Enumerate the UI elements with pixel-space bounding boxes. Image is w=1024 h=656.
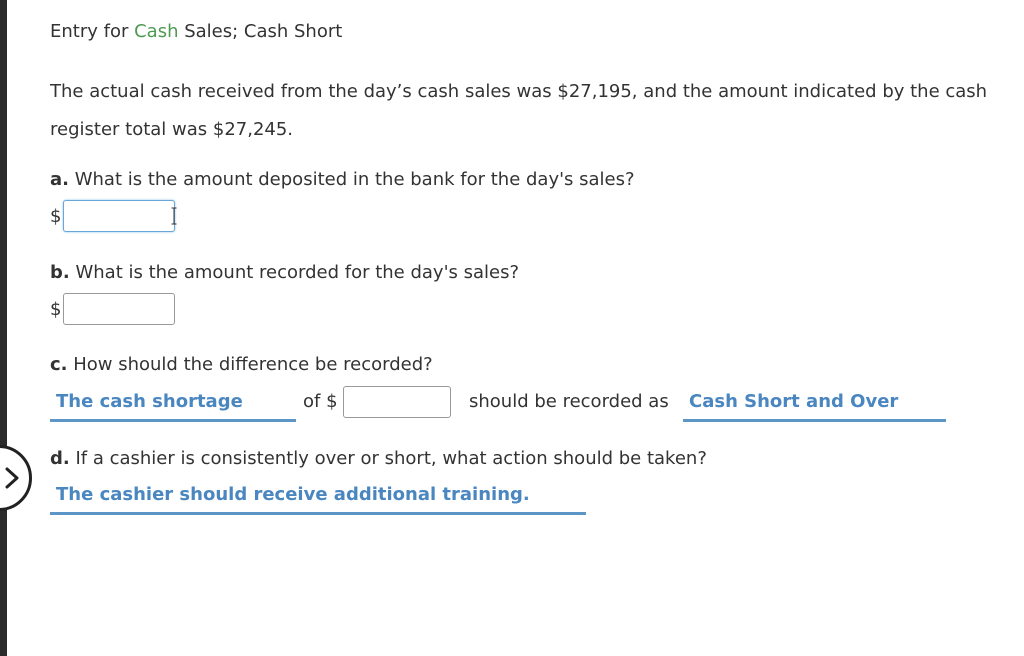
left-window-edge [0, 0, 7, 656]
question-a: a. What is the amount deposited in the b… [50, 169, 635, 190]
title-suffix: Sales; Cash Short [178, 21, 343, 42]
dollar-sign: $ [50, 205, 62, 227]
account-dropdown[interactable]: Cash Short and Over [683, 385, 946, 422]
question-c-text: How should the difference be recorded? [67, 354, 433, 375]
recorded-as-label: should be recorded as [469, 391, 669, 412]
chevron-right-icon [5, 467, 19, 489]
answer-b-row: $ [50, 293, 176, 325]
question-a-text: What is the amount deposited in the bank… [68, 169, 635, 190]
page-title: Entry for Cash Sales; Cash Short [50, 21, 342, 42]
problem-statement: The actual cash received from the day’s … [50, 81, 988, 140]
question-c: c. How should the difference be recorded… [50, 354, 433, 375]
question-d-letter: d. [50, 448, 70, 469]
text-cursor-icon [171, 207, 177, 225]
title-prefix: Entry for [50, 21, 135, 42]
of-dollar-label: of $ [303, 391, 338, 412]
difference-input-wrap [343, 386, 451, 418]
question-a-letter: a. [50, 169, 69, 190]
answer-c-row: The cash shortage of $ should be recorde… [50, 385, 950, 422]
question-b-letter: b. [50, 262, 70, 283]
recorded-sales-input[interactable] [63, 293, 176, 325]
action-dropdown[interactable]: The cashier should receive additional tr… [50, 478, 586, 515]
question-b-text: What is the amount recorded for the day'… [69, 262, 520, 283]
question-c-letter: c. [50, 354, 68, 375]
question-b: b. What is the amount recorded for the d… [50, 262, 519, 283]
question-d: d. If a cashier is consistently over or … [50, 448, 707, 469]
cash-link[interactable]: Cash [134, 21, 178, 42]
difference-amount-input[interactable] [343, 386, 451, 418]
deposit-amount-input[interactable] [63, 200, 176, 232]
previous-nav-button[interactable] [0, 445, 32, 511]
dollar-sign: $ [50, 298, 62, 320]
question-d-text: If a cashier is consistently over or sho… [69, 448, 707, 469]
shortage-dropdown[interactable]: The cash shortage [50, 385, 296, 422]
answer-a-row: $ [50, 200, 177, 232]
